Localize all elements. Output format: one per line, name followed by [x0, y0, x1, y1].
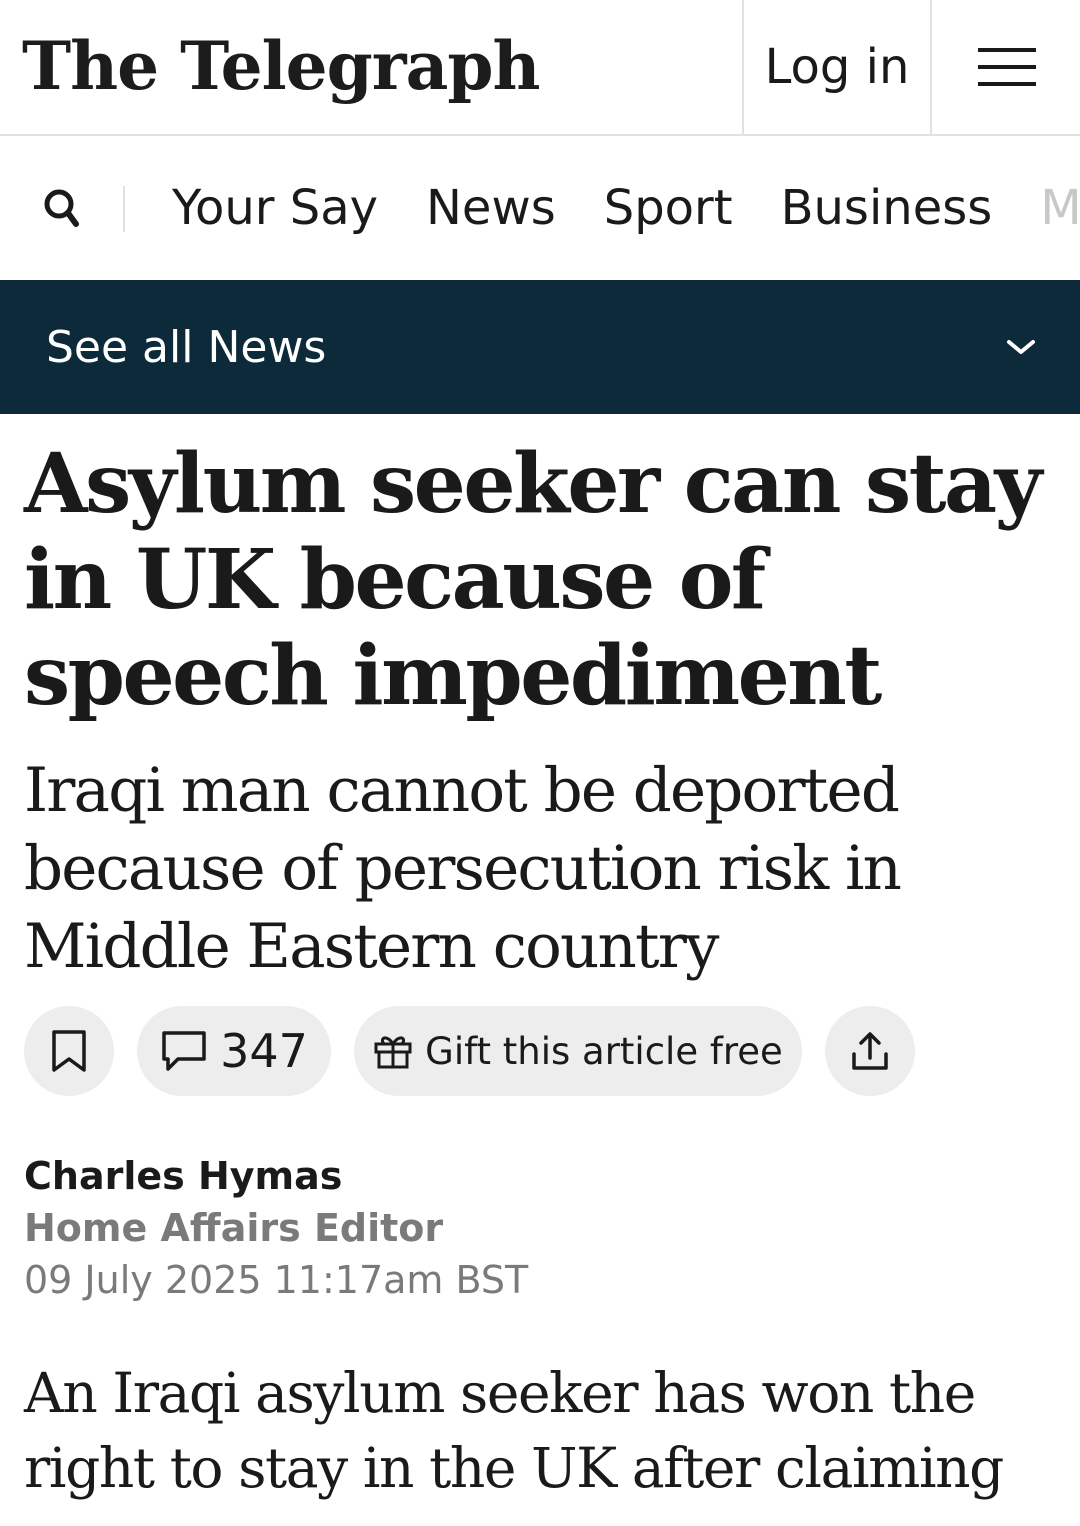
share-button[interactable] — [825, 1006, 915, 1096]
nav-item-truncated[interactable]: M — [1040, 180, 1080, 236]
bookmark-button[interactable] — [24, 1006, 114, 1096]
share-icon — [852, 1032, 888, 1070]
article-actions: 347 Gift this article free — [24, 1006, 938, 1096]
hamburger-menu-icon — [978, 48, 1036, 86]
search-button[interactable] — [36, 182, 88, 234]
gift-article-button[interactable]: Gift this article free — [354, 1006, 802, 1096]
section-nav: Your Say News Sport Business M — [0, 136, 1080, 280]
menu-button[interactable] — [934, 0, 1080, 134]
gift-icon — [374, 1036, 412, 1069]
login-button[interactable]: Log in — [742, 0, 932, 134]
site-header: The Telegraph Log in — [0, 0, 1080, 136]
nav-item-news[interactable]: News — [426, 180, 556, 236]
see-all-news-bar[interactable]: See all News — [0, 280, 1080, 414]
article-standfirst: Iraqi man cannot be deported because of … — [24, 755, 902, 982]
article-headline: Asylum seeker can stay in UK because of … — [24, 436, 1042, 724]
comment-count: 347 — [220, 1024, 308, 1078]
publish-date: 09 July 2025 11:17am BST — [24, 1258, 529, 1302]
nav-item-your-say[interactable]: Your Say — [172, 180, 378, 236]
telegraph-logo[interactable]: The Telegraph — [22, 6, 540, 126]
bookmark-icon — [52, 1030, 86, 1072]
chevron-down-icon — [1007, 340, 1035, 354]
author-name[interactable]: Charles Hymas — [24, 1150, 528, 1202]
comment-icon — [162, 1031, 206, 1071]
gift-label: Gift this article free — [425, 1029, 783, 1073]
nav-item-sport[interactable]: Sport — [604, 180, 733, 236]
byline: Charles Hymas Home Affairs Editor 09 Jul… — [24, 1150, 528, 1306]
see-all-news-label: See all News — [46, 321, 327, 373]
nav-item-business[interactable]: Business — [781, 180, 993, 236]
comments-button[interactable]: 347 — [137, 1006, 331, 1096]
nav-divider — [123, 186, 125, 232]
author-role: Home Affairs Editor — [24, 1206, 444, 1250]
article-body-paragraph: An Iraqi asylum seeker has won the right… — [24, 1361, 1004, 1500]
search-icon — [44, 189, 79, 227]
nav-items: Your Say News Sport Business M — [172, 136, 1080, 280]
